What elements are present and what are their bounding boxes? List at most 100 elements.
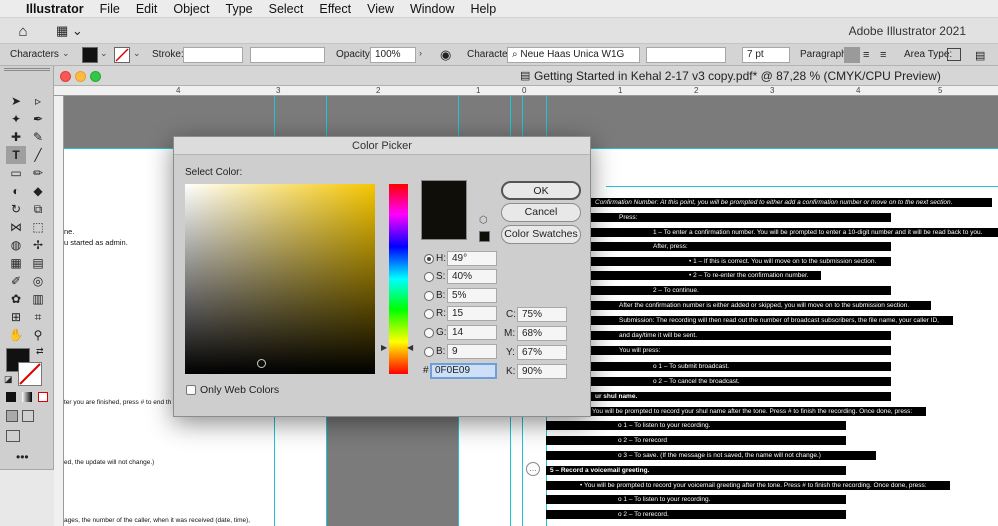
doc-selected-line[interactable]: After, press: xyxy=(591,242,891,251)
font-family-field[interactable]: ⌕ Neue Haas Unica W1G xyxy=(507,47,640,63)
hue-field[interactable]: 49° xyxy=(447,251,497,266)
stroke-color-swatch[interactable] xyxy=(18,362,42,386)
doc-text[interactable]: ages, the number of the caller, when it … xyxy=(64,517,250,524)
menu-type[interactable]: Type xyxy=(218,0,261,18)
doc-selected-line[interactable]: o 3 – To save. (If the message is not sa… xyxy=(546,451,876,460)
menu-illustrator[interactable]: Illustrator xyxy=(18,0,92,18)
minimize-window-icon[interactable] xyxy=(75,71,86,82)
hand-tool-icon[interactable]: ✋ xyxy=(6,326,26,344)
pen-tool-icon[interactable]: ✒ xyxy=(28,110,48,128)
doc-selected-line[interactable]: 5 – Record a voicemail greeting. xyxy=(546,466,846,475)
stroke-swatch[interactable] xyxy=(114,47,130,63)
red-field[interactable]: 15 xyxy=(447,306,497,321)
overflow-icon[interactable]: ▤ xyxy=(975,49,985,62)
hex-field[interactable]: 0F0E09 xyxy=(430,363,497,379)
black-field[interactable]: 90% xyxy=(517,364,567,379)
doc-selected-line[interactable]: You will be prompted to record your shul… xyxy=(546,407,926,416)
selection-tool-icon[interactable]: ➤ xyxy=(6,92,26,110)
blue-radio[interactable] xyxy=(424,347,434,357)
out-of-gamut-cube-icon[interactable]: ⬡ xyxy=(479,215,488,226)
width-tool-icon[interactable]: ⋈ xyxy=(6,218,26,236)
yellow-field[interactable]: 67% xyxy=(517,345,567,360)
blue-field[interactable]: 9 xyxy=(447,344,497,359)
free-transform-icon[interactable]: ⬚ xyxy=(28,218,48,236)
eyedropper-icon[interactable]: ✐ xyxy=(6,272,26,290)
doc-selected-line[interactable]: 2 – To continue. xyxy=(591,286,891,295)
green-field[interactable]: 14 xyxy=(447,325,497,340)
curvature-tool-icon[interactable]: ✎ xyxy=(28,128,48,146)
anchor-point-icon[interactable]: ✚ xyxy=(6,128,26,146)
default-colors-icon[interactable]: ◪ xyxy=(4,374,13,385)
perspective-grid-icon[interactable]: ▦ xyxy=(6,254,26,272)
none-mode-icon[interactable] xyxy=(38,392,48,402)
green-radio[interactable] xyxy=(424,328,434,338)
cancel-button[interactable]: Cancel xyxy=(501,203,581,222)
doc-selected-line[interactable]: You will press: xyxy=(591,346,891,355)
hue-slider-left-arrow-icon[interactable]: ▶ xyxy=(381,343,387,352)
menu-select[interactable]: Select xyxy=(261,0,312,18)
doc-selected-line[interactable]: and day/time it will be sent. xyxy=(591,331,891,340)
doc-selected-line[interactable]: o 1 – To listen to your recording. xyxy=(546,495,846,504)
recolor-icon[interactable]: ◉ xyxy=(440,47,451,63)
menu-help[interactable]: Help xyxy=(462,0,504,18)
font-style-field[interactable] xyxy=(646,47,726,63)
menu-effect[interactable]: Effect xyxy=(311,0,359,18)
stroke-dropdown-icon[interactable]: ⌄ xyxy=(133,48,141,59)
doc-selected-line[interactable]: o 1 – To listen to your recording. xyxy=(546,421,846,430)
font-size-field[interactable]: 7 pt xyxy=(742,47,790,63)
color-field[interactable] xyxy=(185,184,375,374)
draw-normal-icon[interactable] xyxy=(6,410,18,422)
close-window-icon[interactable] xyxy=(60,71,71,82)
panel-menu-icon[interactable]: ⌄ xyxy=(62,48,70,59)
doc-selected-line[interactable]: o 1 – To submit broadcast. xyxy=(591,362,891,371)
symbol-sprayer-icon[interactable]: ✿ xyxy=(6,290,26,308)
color-field-marker[interactable] xyxy=(257,359,266,368)
menu-file[interactable]: File xyxy=(92,0,128,18)
fill-swatch[interactable] xyxy=(82,47,98,63)
doc-text[interactable]: u started as admin. xyxy=(64,238,128,247)
doc-text[interactable]: ne. xyxy=(64,227,74,236)
direct-selection-tool-icon[interactable]: ▹ xyxy=(28,92,48,110)
saturation-radio[interactable] xyxy=(424,272,434,282)
color-mode-icon[interactable] xyxy=(6,392,16,402)
cyan-field[interactable]: 75% xyxy=(517,307,567,322)
doc-selected-line[interactable]: After the confirmation number is either … xyxy=(591,301,931,310)
doc-selected-line[interactable]: 1 – To enter a confirmation number. You … xyxy=(591,228,998,237)
doc-selected-line[interactable]: Confirmation Number: At this point, you … xyxy=(591,198,992,207)
saturation-field[interactable]: 40% xyxy=(447,269,497,284)
type-tool-icon[interactable]: T xyxy=(6,146,26,164)
color-swatches-button[interactable]: Color Swatches xyxy=(501,225,581,244)
doc-selected-line[interactable]: o 2 – To rerecord xyxy=(546,436,846,445)
live-paint-icon[interactable]: ✢ xyxy=(28,236,48,254)
gradient-mode-icon[interactable] xyxy=(22,392,32,402)
screen-mode-icon[interactable] xyxy=(6,430,20,442)
column-graph-icon[interactable]: ▥ xyxy=(28,290,48,308)
doc-text[interactable]: ter you are finished, press # to end th xyxy=(64,399,171,406)
dialog-title[interactable]: Color Picker xyxy=(174,137,590,155)
doc-selected-line[interactable]: ur shul name. xyxy=(591,392,891,401)
magic-wand-icon[interactable]: ✦ xyxy=(6,110,26,128)
only-web-colors-label[interactable]: Only Web Colors xyxy=(200,384,279,396)
web-safe-color-swatch[interactable] xyxy=(479,231,490,242)
pencil-tool-icon[interactable]: ✏ xyxy=(28,164,48,182)
artboard-tool-icon[interactable]: ⊞ xyxy=(6,308,26,326)
doc-selected-line[interactable]: o 2 – To cancel the broadcast. xyxy=(591,377,891,386)
menu-edit[interactable]: Edit xyxy=(128,0,166,18)
comment-icon[interactable]: … xyxy=(526,462,540,476)
doc-text[interactable]: ed, the update will not change.) xyxy=(64,459,154,466)
slice-tool-icon[interactable]: ⌗ xyxy=(28,308,48,326)
doc-selected-line[interactable]: Press: xyxy=(591,213,891,222)
doc-selected-line[interactable]: Submission: The recording will then read… xyxy=(591,316,953,325)
opacity-field[interactable]: 100% xyxy=(370,47,416,63)
area-type-icon[interactable] xyxy=(947,48,961,61)
doc-selected-line[interactable]: o 2 – To rerecord. xyxy=(546,510,846,519)
align-right-icon[interactable]: ≡ xyxy=(880,49,886,61)
hue-radio[interactable] xyxy=(424,254,434,264)
align-center-icon[interactable]: ≡ xyxy=(863,49,869,61)
align-left-icon[interactable] xyxy=(844,47,860,63)
stroke-weight-field[interactable] xyxy=(183,47,243,63)
menu-object[interactable]: Object xyxy=(165,0,217,18)
blob-brush-icon[interactable]: ◐ xyxy=(6,182,26,200)
home-icon[interactable]: ⌂ xyxy=(12,21,34,41)
red-radio[interactable] xyxy=(424,309,434,319)
